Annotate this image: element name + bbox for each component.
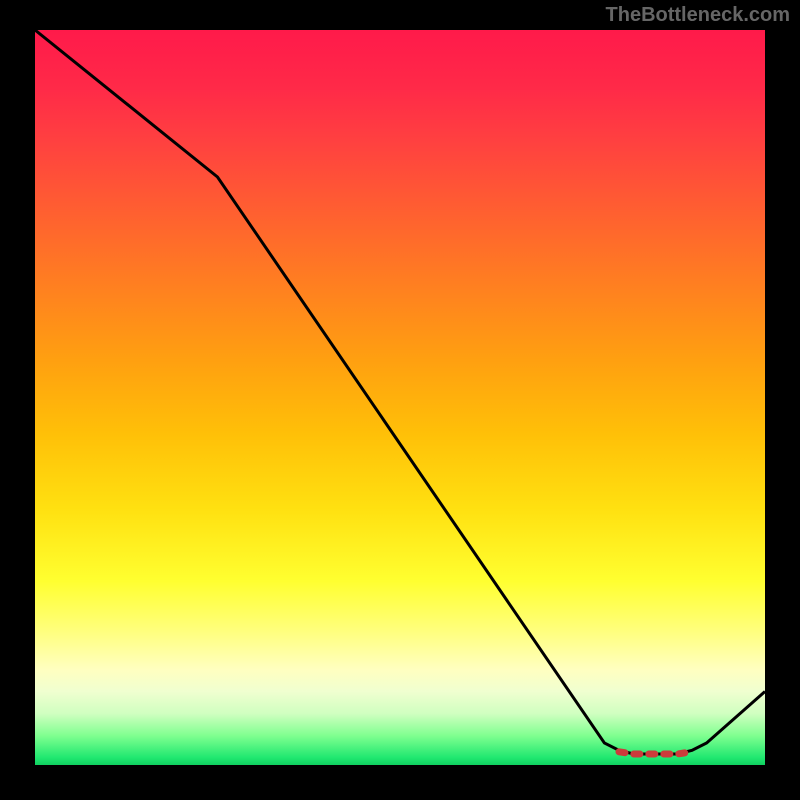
attribution-text: TheBottleneck.com <box>606 4 790 27</box>
bottleneck-curve-path <box>35 30 765 754</box>
chart-svg <box>35 30 765 765</box>
plot-area <box>35 30 765 765</box>
